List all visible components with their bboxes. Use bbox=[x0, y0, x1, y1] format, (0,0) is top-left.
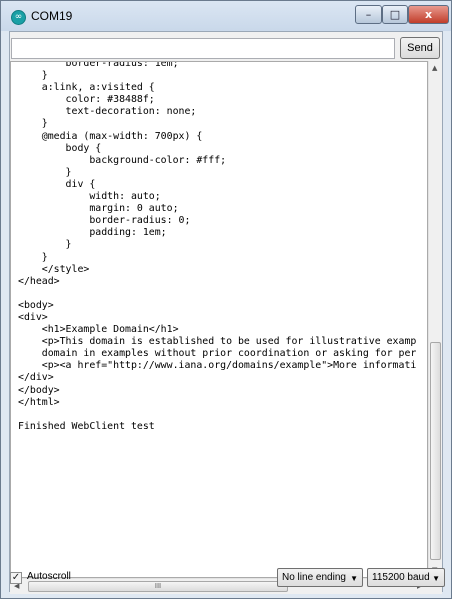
serial-output-line: } bbox=[18, 118, 48, 130]
serial-output-line: } bbox=[18, 70, 48, 82]
footer-bar: ✓ Autoscroll No line ending ▼ 115200 bau… bbox=[1, 566, 445, 596]
serial-output-line: padding: 1em; bbox=[18, 227, 167, 239]
serial-output-line: <p><a href="http://www.iana.org/domains/… bbox=[18, 360, 417, 372]
scroll-up-arrow-icon[interactable]: ▲ bbox=[432, 64, 437, 72]
serial-output-line: margin: 0 auto; bbox=[18, 203, 179, 215]
vertical-scroll-thumb[interactable] bbox=[430, 342, 441, 560]
autoscroll-checkbox[interactable]: ✓ bbox=[10, 572, 22, 584]
chevron-down-icon: ▼ bbox=[350, 574, 358, 583]
serial-output-line: <h1>Example Domain</h1> bbox=[18, 324, 179, 336]
serial-output-line: domain in examples without prior coordin… bbox=[18, 348, 417, 360]
serial-output-line: } bbox=[18, 251, 48, 263]
serial-output-line: color: #38488f; bbox=[18, 94, 155, 106]
serial-output-line: border-radius: 0; bbox=[18, 215, 191, 227]
autoscroll-label: Autoscroll bbox=[27, 571, 71, 582]
serial-output-line: <div> bbox=[18, 311, 48, 323]
window-title: COM19 bbox=[31, 9, 73, 23]
serial-output-line: background-color: #fff; bbox=[18, 154, 227, 166]
minimize-button[interactable]: – bbox=[355, 5, 382, 24]
serial-output-line: } bbox=[18, 239, 72, 251]
serial-output-line bbox=[18, 288, 427, 300]
title-bar[interactable]: ∞ COM19 – □ x bbox=[1, 1, 451, 31]
serial-output-line bbox=[18, 409, 427, 421]
serial-output-line: body { bbox=[18, 142, 102, 154]
vertical-scrollbar[interactable]: ▲ ▼ bbox=[428, 61, 442, 578]
arduino-infinity-icon: ∞ bbox=[11, 10, 26, 25]
send-input[interactable] bbox=[11, 38, 395, 59]
serial-output-line: <p>This domain is established to be used… bbox=[18, 336, 417, 348]
serial-output-line: a:link, a:visited { bbox=[18, 82, 155, 94]
baud-rate-value: 115200 baud bbox=[372, 572, 430, 583]
serial-output[interactable]: border-radius: 1em; } a:link, a:visited … bbox=[10, 61, 428, 578]
serial-output-area: border-radius: 1em; } a:link, a:visited … bbox=[10, 61, 442, 594]
serial-output-line: text-decoration: none; bbox=[18, 106, 197, 118]
serial-output-line: </div> bbox=[18, 372, 54, 384]
serial-output-line: width: auto; bbox=[18, 191, 161, 203]
line-ending-select[interactable]: No line ending ▼ bbox=[277, 568, 363, 587]
serial-monitor-window: ∞ COM19 – □ x Send border-radius: 1em; }… bbox=[0, 0, 452, 599]
chevron-down-icon: ▼ bbox=[432, 574, 440, 583]
serial-output-line: <body> bbox=[18, 299, 54, 311]
serial-output-line: </style> bbox=[18, 263, 90, 275]
serial-output-text: border-radius: 1em; } a:link, a:visited … bbox=[11, 61, 427, 433]
serial-output-line: Finished WebClient test bbox=[18, 420, 155, 432]
serial-output-line: border-radius: 1em; bbox=[18, 61, 179, 69]
serial-monitor-client: Send border-radius: 1em; } a:link, a:vis… bbox=[9, 31, 443, 594]
maximize-button[interactable]: □ bbox=[382, 5, 408, 24]
line-ending-value: No line ending bbox=[282, 572, 346, 583]
serial-output-line: div { bbox=[18, 178, 96, 190]
serial-output-line: @media (max-width: 700px) { bbox=[18, 130, 203, 142]
baud-rate-select[interactable]: 115200 baud ▼ bbox=[367, 568, 445, 587]
send-button[interactable]: Send bbox=[400, 37, 440, 59]
serial-output-line: </html> bbox=[18, 396, 60, 408]
serial-output-line: } bbox=[18, 166, 72, 178]
close-button[interactable]: x bbox=[408, 5, 449, 24]
serial-output-line: </head> bbox=[18, 275, 60, 287]
serial-output-line: </body> bbox=[18, 384, 60, 396]
